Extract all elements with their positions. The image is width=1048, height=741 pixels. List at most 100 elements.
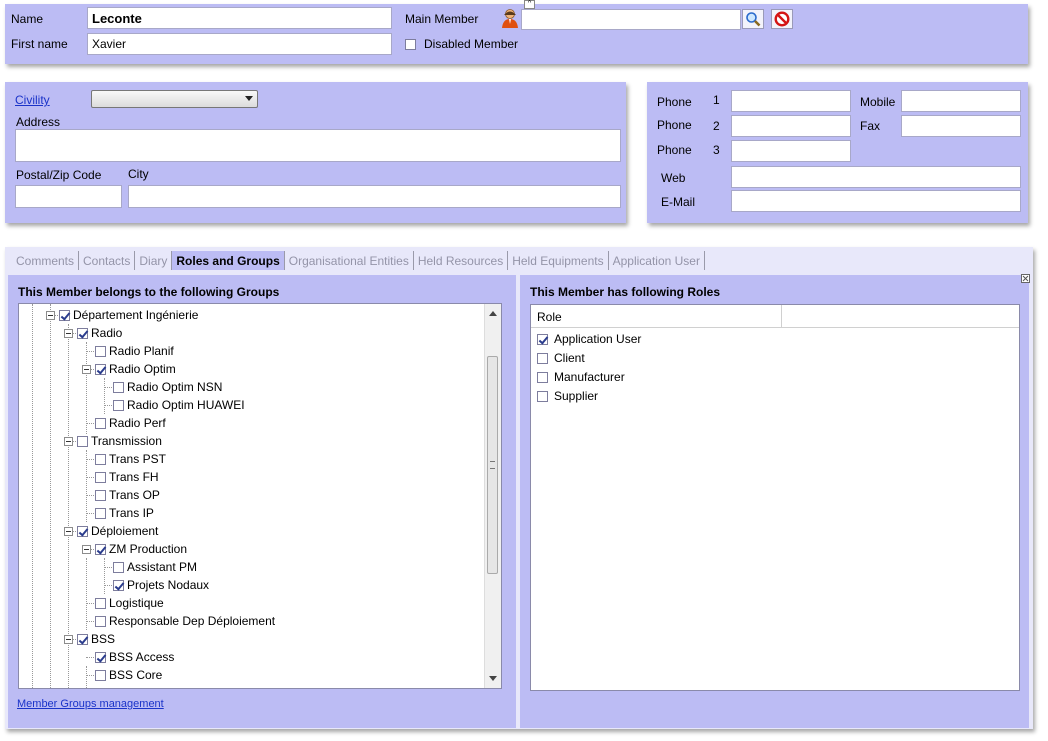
fax-label: Fax	[860, 119, 881, 133]
main-member-input[interactable]	[521, 9, 741, 30]
tab-held-equipments[interactable]: Held Equipments	[508, 251, 609, 270]
tree-connector	[104, 567, 112, 568]
tree-node-label: Trans IP	[109, 506, 154, 520]
tree-node-checkbox[interactable]	[95, 346, 106, 358]
scroll-down-icon[interactable]	[489, 676, 497, 681]
collapse-icon[interactable]	[82, 365, 91, 374]
groups-title: This Member belongs to the following Gro…	[18, 285, 280, 299]
role-checkbox[interactable]	[537, 353, 548, 365]
collapse-icon[interactable]	[64, 527, 73, 536]
tree-scroll-thumb[interactable]	[487, 356, 498, 574]
tree-node-label: BSS Core	[109, 668, 163, 682]
role-item[interactable]: Client	[537, 349, 585, 368]
tree-node-label: Radio Optim NSN	[127, 380, 223, 394]
tree-guide	[86, 558, 87, 630]
tree-node-checkbox[interactable]	[77, 634, 88, 646]
tree-guide	[86, 342, 87, 434]
firstname-input[interactable]	[87, 33, 392, 55]
tree-guide	[86, 450, 87, 522]
tree-guide	[68, 324, 69, 688]
member-header-panel: Name First name Main Member ^ Disabled M…	[5, 0, 1028, 64]
role-item[interactable]: Manufacturer	[537, 368, 625, 387]
civility-select[interactable]	[91, 90, 258, 108]
tree-connector	[86, 477, 94, 478]
name-input[interactable]	[87, 7, 392, 29]
tree-node-label: Département Ingénierie	[73, 308, 199, 322]
tree-node-checkbox[interactable]	[95, 508, 106, 520]
tree-node-checkbox[interactable]	[95, 544, 106, 556]
tree-node-label: Logistique	[109, 596, 164, 610]
role-label: Application User	[554, 332, 642, 346]
tree-node-checkbox[interactable]	[95, 670, 106, 682]
tab-held-resources[interactable]: Held Resources	[414, 251, 509, 270]
roles-title: This Member has following Roles	[530, 285, 721, 299]
tree-node-checkbox[interactable]	[77, 328, 88, 340]
tab-comments[interactable]: Comments	[12, 251, 80, 270]
address-input[interactable]	[15, 129, 621, 162]
tree-node-label: Transmission	[91, 434, 162, 448]
tree-node-checkbox[interactable]	[113, 400, 124, 412]
tree-node-checkbox[interactable]	[95, 490, 106, 502]
tree-node-checkbox[interactable]	[95, 418, 106, 430]
collapse-icon[interactable]	[64, 329, 73, 338]
role-checkbox[interactable]	[537, 391, 548, 403]
tree-node-checkbox[interactable]	[95, 652, 106, 664]
tree-node-checkbox[interactable]	[113, 580, 124, 592]
tree-node-checkbox[interactable]	[113, 562, 124, 574]
scroll-up-icon[interactable]	[489, 311, 497, 316]
member-groups-management-link[interactable]: Member Groups management	[17, 698, 164, 710]
phone1-input[interactable]	[731, 90, 851, 112]
disabled-member-checkbox[interactable]	[405, 37, 416, 51]
tree-node-checkbox[interactable]	[95, 454, 106, 466]
expand-arrow-icon[interactable]: ^	[524, 0, 535, 9]
tree-connector	[86, 675, 94, 676]
collapse-icon[interactable]	[46, 311, 55, 320]
roles-list[interactable]: Role Application User Client Manufacturer S…	[530, 304, 1020, 691]
clear-member-button[interactable]	[771, 9, 793, 29]
search-member-button[interactable]	[742, 9, 764, 29]
civility-link[interactable]: Civility	[15, 93, 50, 107]
postal-label: Postal/Zip Code	[16, 168, 102, 182]
phone2-input[interactable]	[731, 115, 851, 137]
role-column-header[interactable]: Role	[537, 310, 562, 324]
tree-scrollbar[interactable]	[484, 304, 501, 688]
phone3-input[interactable]	[731, 140, 851, 162]
email-input[interactable]	[731, 190, 1021, 212]
phone1-label: Phone	[657, 95, 692, 109]
tree-node-checkbox[interactable]	[95, 364, 106, 376]
tab-diary[interactable]: Diary	[135, 251, 173, 270]
mobile-input[interactable]	[901, 90, 1021, 112]
role-label: Client	[554, 351, 585, 365]
tree-node-checkbox[interactable]	[95, 616, 106, 628]
tab-application-user[interactable]: Application User	[609, 251, 705, 270]
phone2-number: 2	[713, 119, 720, 133]
collapse-icon[interactable]	[64, 635, 73, 644]
tree-node-checkbox[interactable]	[95, 472, 106, 484]
role-checkbox[interactable]	[537, 334, 548, 346]
fax-input[interactable]	[901, 115, 1021, 137]
collapse-icon[interactable]	[64, 437, 73, 446]
web-input[interactable]	[731, 166, 1021, 188]
tree-node-checkbox[interactable]	[77, 436, 88, 448]
tree-node-checkbox[interactable]	[59, 310, 70, 322]
tree-node-checkbox[interactable]	[77, 526, 88, 538]
contact-panel: Phone 1 Mobile Phone 2 Fax Phone 3 Web E…	[647, 82, 1028, 223]
city-input[interactable]	[128, 185, 621, 208]
tab-contacts[interactable]: Contacts	[79, 251, 136, 270]
tab-roles-and-groups[interactable]: Roles and Groups	[172, 251, 285, 270]
tree-node-checkbox[interactable]	[113, 382, 124, 394]
maximize-icon[interactable]	[1021, 274, 1030, 283]
tree-node-label: ZM Production	[109, 542, 188, 556]
disabled-member-check[interactable]	[405, 39, 416, 51]
role-item[interactable]: Application User	[537, 330, 641, 349]
disabled-member-label: Disabled Member	[424, 37, 519, 51]
role-item[interactable]: Supplier	[537, 387, 598, 406]
groups-tree[interactable]: Département Ingénierie Radio Radio Planif R…	[18, 303, 502, 689]
tree-guide	[86, 666, 87, 688]
tree-node-label: Projets Nodaux	[127, 578, 210, 592]
collapse-icon[interactable]	[82, 545, 91, 554]
tree-node-checkbox[interactable]	[95, 598, 106, 610]
postal-input[interactable]	[15, 185, 122, 208]
role-checkbox[interactable]	[537, 372, 548, 384]
tab-organisational-entities[interactable]: Organisational Entities	[285, 251, 414, 270]
